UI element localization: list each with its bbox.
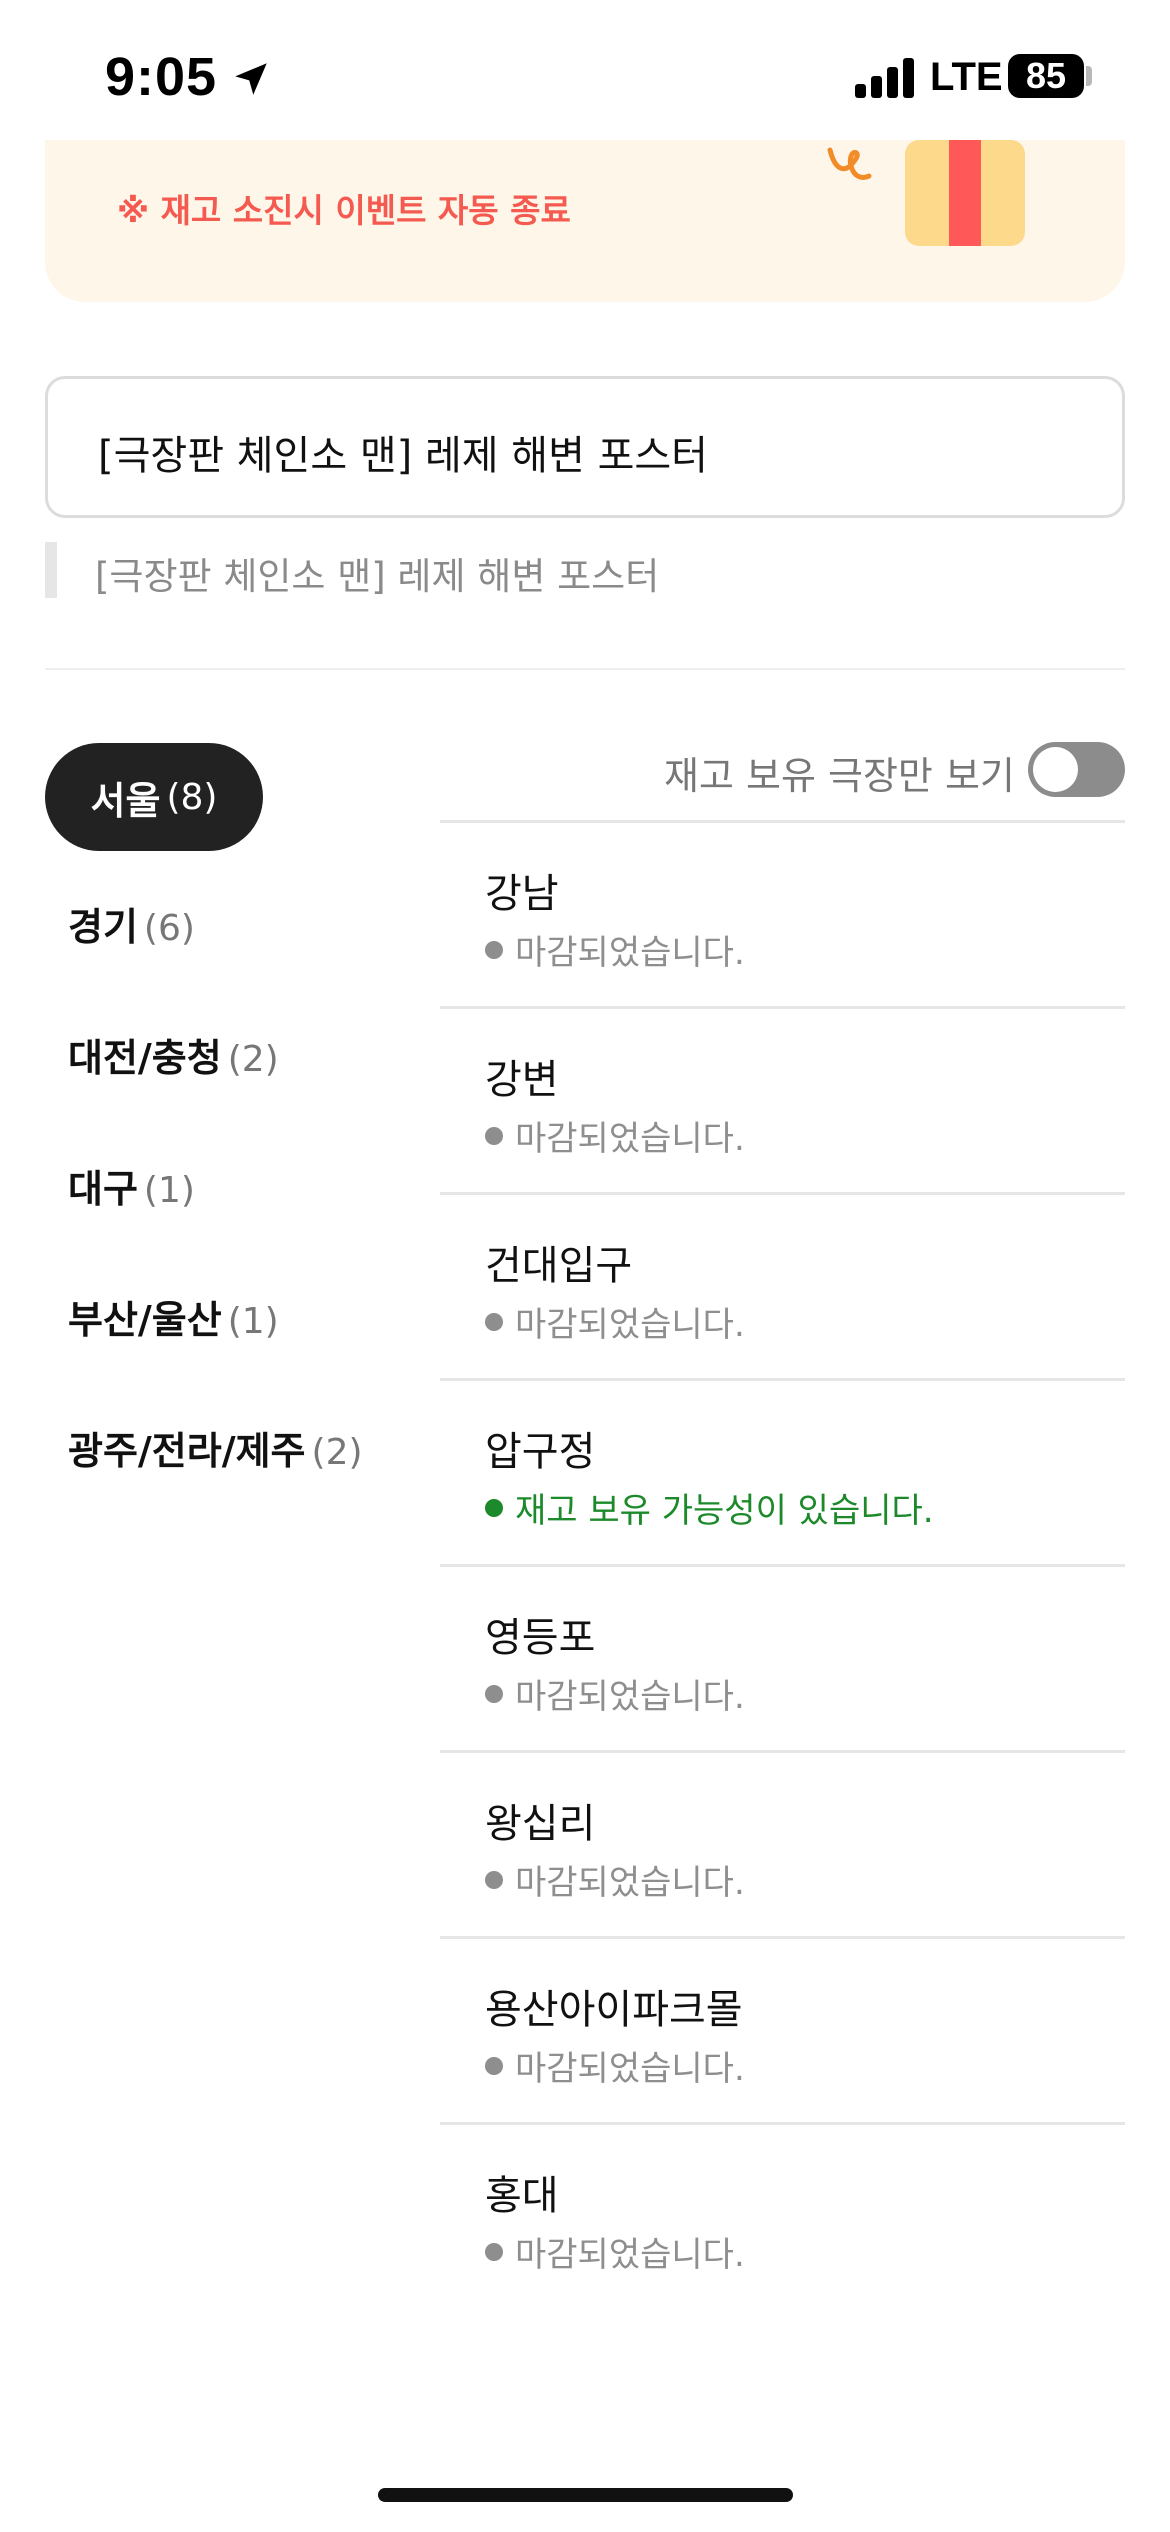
theater-item[interactable]: 강남 마감되었습니다. bbox=[440, 820, 1125, 1006]
poster-title: [극장판 체인소 맨] 레제 해변 포스터 bbox=[98, 433, 708, 479]
theater-status: 마감되었습니다. bbox=[485, 1855, 745, 1904]
theater-name: 용산아이파크몰 bbox=[485, 1987, 743, 2033]
status-dot-icon bbox=[485, 1684, 503, 1703]
region-tab-gwangju-jeolla-jeju[interactable]: 광주/전라/제주 (2) bbox=[68, 1420, 363, 1475]
status-dot-icon bbox=[485, 1498, 503, 1517]
status-text: 마감되었습니다. bbox=[515, 1863, 745, 1903]
theater-item[interactable]: 용산아이파크몰 마감되었습니다. bbox=[440, 1936, 1125, 2122]
theater-status: 마감되었습니다. bbox=[485, 1669, 745, 1718]
theater-name: 영등포 bbox=[485, 1615, 596, 1661]
region-tab-seoul[interactable]: 서울 (8) bbox=[45, 743, 263, 851]
region-name: 부산/울산 bbox=[68, 1298, 222, 1342]
theater-name: 압구정 bbox=[485, 1429, 596, 1475]
status-dot-icon bbox=[485, 2056, 503, 2075]
theater-item[interactable]: 압구정 재고 보유 가능성이 있습니다. bbox=[440, 1378, 1125, 1564]
theater-item[interactable]: 왕십리 마감되었습니다. bbox=[440, 1750, 1125, 1936]
status-dot-icon bbox=[485, 2242, 503, 2261]
status-dot-icon bbox=[485, 1312, 503, 1331]
theater-list: 강남 마감되었습니다. 강변 마감되었습니다. 건대입구 마감되었습니다. 압구… bbox=[440, 820, 1125, 2308]
network-type: LTE bbox=[930, 55, 1003, 99]
theater-status: 마감되었습니다. bbox=[485, 2041, 745, 2090]
theater-name: 왕십리 bbox=[485, 1801, 596, 1847]
theater-name: 강남 bbox=[485, 871, 559, 917]
theater-item[interactable]: 홍대 마감되었습니다. bbox=[440, 2122, 1125, 2308]
region-name: 광주/전라/제주 bbox=[68, 1429, 306, 1473]
gift-box-icon bbox=[827, 140, 1025, 246]
stock-only-label: 재고 보유 극장만 보기 bbox=[664, 754, 1015, 798]
status-bar: 9:05 LTE 85 bbox=[0, 0, 1170, 140]
region-count: (2) bbox=[311, 1432, 363, 1473]
theater-name: 건대입구 bbox=[485, 1243, 633, 1289]
region-name: 경기 bbox=[68, 905, 138, 949]
home-indicator[interactable] bbox=[378, 2488, 793, 2502]
status-text: 마감되었습니다. bbox=[515, 1119, 745, 1159]
region-tab-daejeon-chungcheong[interactable]: 대전/충청 (2) bbox=[68, 1027, 279, 1082]
region-tab-gyeonggi[interactable]: 경기 (6) bbox=[68, 896, 195, 951]
status-text: 마감되었습니다. bbox=[515, 1677, 745, 1717]
battery-icon: 85 bbox=[1008, 54, 1084, 98]
region-count: (1) bbox=[227, 1301, 279, 1342]
status-dot-icon bbox=[485, 940, 503, 959]
theater-item[interactable]: 강변 마감되었습니다. bbox=[440, 1006, 1125, 1192]
status-time: 9:05 bbox=[105, 47, 218, 107]
region-count: (6) bbox=[143, 908, 195, 949]
poster-subtitle: [극장판 체인소 맨] 레제 해변 포스터 bbox=[95, 555, 660, 598]
status-dot-icon bbox=[485, 1870, 503, 1889]
theater-status: 마감되었습니다. bbox=[485, 2227, 745, 2276]
stock-only-toggle[interactable] bbox=[1028, 742, 1125, 797]
region-name: 서울 bbox=[90, 778, 161, 823]
status-text: 마감되었습니다. bbox=[515, 933, 745, 973]
status-text: 재고 보유 가능성이 있습니다. bbox=[515, 1491, 934, 1531]
region-tab-busan-ulsan[interactable]: 부산/울산 (1) bbox=[68, 1289, 279, 1344]
region-count: (2) bbox=[227, 1039, 279, 1080]
location-arrow-icon bbox=[235, 63, 267, 95]
region-tab-daegu[interactable]: 대구 (1) bbox=[68, 1158, 195, 1213]
theater-status: 마감되었습니다. bbox=[485, 1111, 745, 1160]
region-count: (8) bbox=[166, 776, 218, 818]
theater-name: 홍대 bbox=[485, 2173, 559, 2219]
event-banner: ※ 재고 소진시 이벤트 자동 종료 bbox=[45, 140, 1125, 302]
status-text: 마감되었습니다. bbox=[515, 2049, 745, 2089]
theater-status: 재고 보유 가능성이 있습니다. bbox=[485, 1483, 934, 1532]
status-dot-icon bbox=[485, 1126, 503, 1145]
theater-item[interactable]: 건대입구 마감되었습니다. bbox=[440, 1192, 1125, 1378]
page: 9:05 LTE 85 ※ 재고 소진시 이벤트 자동 종료 [극장판 체인소 … bbox=[0, 0, 1170, 2532]
theater-name: 강변 bbox=[485, 1057, 559, 1103]
status-text: 마감되었습니다. bbox=[515, 1305, 745, 1345]
region-name: 대구 bbox=[68, 1167, 138, 1211]
poster-title-box[interactable]: [극장판 체인소 맨] 레제 해변 포스터 bbox=[45, 376, 1125, 518]
stock-notice: ※ 재고 소진시 이벤트 자동 종료 bbox=[117, 191, 571, 230]
toggle-knob bbox=[1033, 747, 1078, 792]
region-count: (1) bbox=[143, 1170, 195, 1211]
battery-tip bbox=[1086, 66, 1092, 86]
theater-status: 마감되었습니다. bbox=[485, 1297, 745, 1346]
theater-item[interactable]: 영등포 마감되었습니다. bbox=[440, 1564, 1125, 1750]
status-text: 마감되었습니다. bbox=[515, 2235, 745, 2275]
section-divider bbox=[45, 668, 1125, 670]
signal-bars-icon bbox=[855, 58, 917, 98]
theater-status: 마감되었습니다. bbox=[485, 925, 745, 974]
region-name: 대전/충청 bbox=[68, 1036, 222, 1080]
quote-bar bbox=[45, 542, 57, 598]
